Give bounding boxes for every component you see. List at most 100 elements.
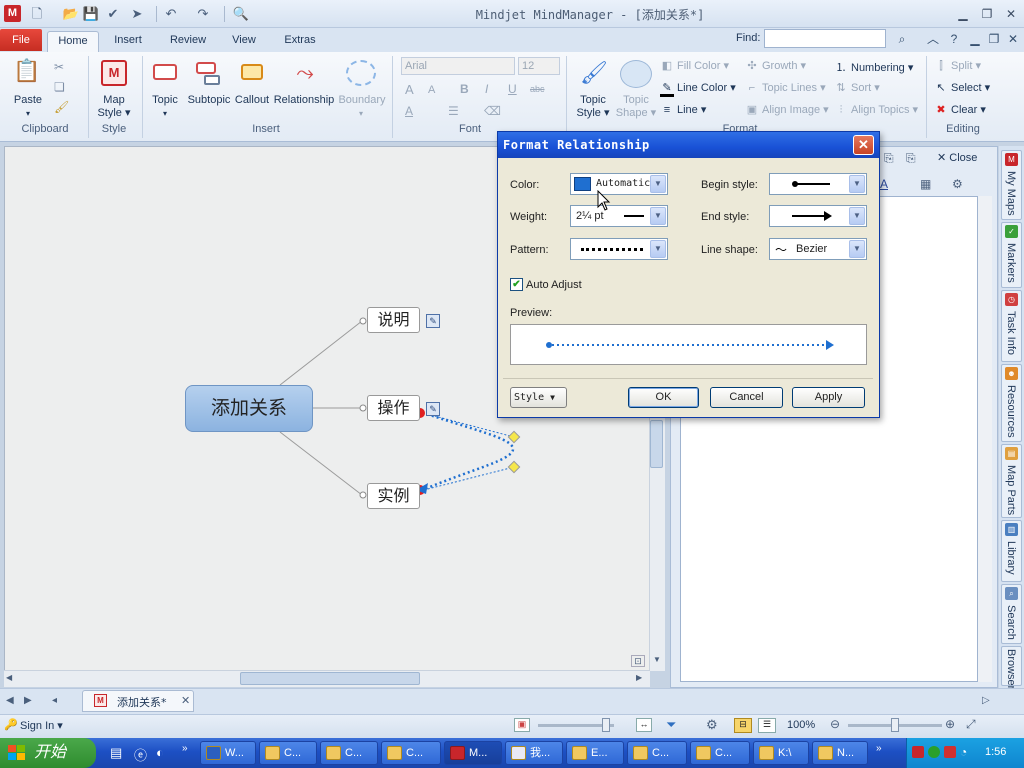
subtopic-caozuo[interactable]: 操作 bbox=[367, 395, 420, 421]
close-window-icon[interactable]: ✕ bbox=[1000, 5, 1022, 23]
doc-restore-icon[interactable]: ❐ bbox=[985, 30, 1003, 48]
auto-adjust-checkbox[interactable]: ✔ bbox=[510, 278, 523, 291]
map-view-icon[interactable]: ⊟ bbox=[734, 718, 752, 733]
side-tab-resources[interactable]: ☻ Resources bbox=[1001, 364, 1022, 442]
taskbar-item[interactable]: C... bbox=[627, 741, 687, 765]
quicklaunch-expand-icon[interactable]: » bbox=[182, 743, 188, 754]
line-shape-select[interactable]: 〜 Bezier ▼ bbox=[769, 238, 867, 260]
cancel-button[interactable]: Cancel bbox=[710, 387, 783, 408]
document-tab-close-icon[interactable]: ✕ bbox=[181, 694, 190, 707]
begin-style-select[interactable]: ▼ bbox=[769, 173, 867, 195]
side-tab-map-parts[interactable]: ▤ Map Parts bbox=[1001, 444, 1022, 518]
taskbar-item[interactable]: N... bbox=[812, 741, 868, 765]
sort-button[interactable]: ⇅ Sort ▾ bbox=[834, 81, 879, 94]
tray-status-icon[interactable] bbox=[928, 746, 940, 758]
horizontal-scroll-thumb[interactable] bbox=[240, 672, 420, 685]
doc-close-icon[interactable]: ✕ bbox=[1004, 30, 1022, 48]
taskbar-item[interactable]: C... bbox=[320, 741, 378, 765]
central-topic[interactable]: 添加关系 bbox=[185, 385, 313, 432]
select-button[interactable]: ↖ Select ▾ bbox=[934, 81, 990, 94]
outline-list-icon[interactable]: ☰ bbox=[758, 718, 776, 733]
panel-font-color-icon[interactable]: A bbox=[880, 177, 888, 191]
pattern-select[interactable]: ▼ bbox=[570, 238, 668, 260]
detail-slider-thumb[interactable] bbox=[602, 718, 610, 732]
panel-table-icon[interactable]: ▦ bbox=[920, 177, 931, 191]
style-dropdown-button[interactable]: Style ▼ bbox=[510, 387, 567, 408]
scroll-right-arrow-icon[interactable]: ▶ bbox=[636, 673, 642, 682]
side-tab-search[interactable]: ⌕ Search bbox=[1001, 584, 1022, 644]
line-color-button[interactable]: ✎ Line Color ▾ bbox=[660, 81, 736, 97]
side-tab-markers[interactable]: ✓ Markers bbox=[1001, 222, 1022, 288]
side-tab-library[interactable]: ▥ Library bbox=[1001, 520, 1022, 582]
taskbar-item[interactable]: C... bbox=[259, 741, 317, 765]
filter-icon[interactable]: ⏷ bbox=[666, 717, 676, 733]
taskbar-item[interactable]: W... bbox=[200, 741, 256, 765]
notes-icon[interactable]: ✎ bbox=[426, 314, 440, 328]
align-image-button[interactable]: ▣ Align Image ▾ bbox=[745, 103, 829, 116]
scroll-left-arrow-icon[interactable]: ◀ bbox=[6, 673, 12, 682]
taskbar-item[interactable]: E... bbox=[566, 741, 624, 765]
apply-button[interactable]: Apply bbox=[792, 387, 865, 408]
tray-app-icon[interactable] bbox=[912, 746, 924, 758]
fit-all-icon[interactable]: ⤢ bbox=[966, 717, 976, 732]
relationship-line[interactable] bbox=[419, 412, 515, 493]
tab-list-icon[interactable]: ◂ bbox=[52, 695, 57, 706]
align-topics-button[interactable]: ⫶ Align Topics ▾ bbox=[834, 103, 918, 117]
quicklaunch-ie-icon[interactable]: ⓔ bbox=[134, 745, 147, 764]
numbering-button[interactable]: ⒈ Numbering ▾ bbox=[834, 59, 914, 75]
panel-tool-icon[interactable]: ⚙ bbox=[952, 177, 963, 191]
dialog-close-button[interactable]: ✕ bbox=[853, 135, 874, 155]
auto-adjust-label[interactable]: Auto Adjust bbox=[526, 279, 582, 291]
collapse-ribbon-icon[interactable]: ︿ bbox=[924, 30, 942, 48]
subtopic-shuoming[interactable]: 说明 bbox=[367, 307, 420, 333]
minimize-icon[interactable]: ▁ bbox=[952, 5, 974, 23]
sign-in-button[interactable]: Sign In ▾ bbox=[20, 719, 63, 732]
side-tab-browser[interactable]: Browser bbox=[1001, 646, 1022, 689]
restore-icon[interactable]: ❐ bbox=[976, 5, 998, 23]
color-select[interactable]: Automatic ▼ bbox=[570, 173, 668, 195]
vertical-scroll-thumb[interactable] bbox=[650, 420, 663, 468]
scroll-down-arrow-icon[interactable]: ▼ bbox=[650, 655, 664, 667]
tray-record-icon[interactable] bbox=[944, 746, 956, 758]
end-style-select[interactable]: ▼ bbox=[769, 205, 867, 227]
taskbar-item[interactable]: C... bbox=[381, 741, 441, 765]
growth-button[interactable]: ✣ Growth ▾ bbox=[745, 59, 806, 72]
find-input[interactable] bbox=[764, 29, 886, 48]
taskbar-item[interactable]: 我... bbox=[505, 741, 563, 765]
taskbar-item-active[interactable]: M... bbox=[444, 741, 502, 765]
taskbar-item[interactable]: K:\ bbox=[753, 741, 809, 765]
bezier-control-handle[interactable] bbox=[507, 430, 521, 444]
tab-scroll-right-icon[interactable]: ▶ bbox=[24, 695, 32, 706]
notes-icon[interactable]: ✎ bbox=[426, 402, 440, 416]
line-button[interactable]: ≡ Line ▾ bbox=[660, 103, 707, 116]
panel-paste-icon[interactable]: ⎘ bbox=[906, 151, 916, 166]
subtopic-shili[interactable]: 实例 bbox=[367, 483, 420, 509]
topic-lines-button[interactable]: ⌐ Topic Lines ▾ bbox=[745, 81, 826, 94]
doc-minimize-icon[interactable]: ▁ bbox=[966, 30, 984, 48]
notes-scrollbar[interactable] bbox=[978, 196, 992, 682]
outline-view-icon[interactable]: ▣ bbox=[514, 718, 530, 732]
side-tab-task-info[interactable]: ◷ Task Info bbox=[1001, 290, 1022, 362]
zoom-in-icon[interactable]: ⊕ bbox=[945, 717, 955, 731]
binoculars-icon[interactable]: ⌕ bbox=[893, 30, 911, 48]
taskbar-overflow-icon[interactable]: » bbox=[876, 743, 882, 754]
side-tab-my-maps[interactable]: M My Maps bbox=[1001, 150, 1022, 220]
close-panel-button[interactable]: ✕ Close bbox=[937, 151, 977, 164]
quicklaunch-desktop-icon[interactable]: ▤ bbox=[110, 745, 122, 761]
ok-button[interactable]: OK bbox=[628, 387, 699, 408]
zoom-out-icon[interactable]: ⊖ bbox=[830, 717, 840, 731]
bezier-control-handle[interactable] bbox=[507, 460, 521, 474]
tab-scroll-left-icon[interactable]: ◀ bbox=[6, 695, 14, 706]
weight-select[interactable]: 2¼ pt ▼ bbox=[570, 205, 668, 227]
quicklaunch-app-icon[interactable]: ◐ bbox=[156, 745, 164, 760]
gear-icon[interactable]: ⚙ bbox=[706, 717, 718, 733]
clear-button[interactable]: ✖ Clear ▾ bbox=[934, 103, 985, 116]
fill-color-button[interactable]: ◧ Fill Color ▾ bbox=[660, 59, 729, 72]
split-button[interactable]: ⫿ Split ▾ bbox=[934, 59, 981, 73]
tray-volume-icon[interactable]: ◔ bbox=[960, 745, 967, 759]
tab-scroll-end-icon[interactable]: ▷ bbox=[982, 695, 990, 706]
fit-map-icon[interactable]: ⊡ bbox=[631, 655, 645, 667]
help-icon[interactable]: ? bbox=[945, 30, 963, 48]
panel-copy-icon[interactable]: ⎘ bbox=[884, 151, 894, 166]
taskbar-item[interactable]: C... bbox=[690, 741, 750, 765]
